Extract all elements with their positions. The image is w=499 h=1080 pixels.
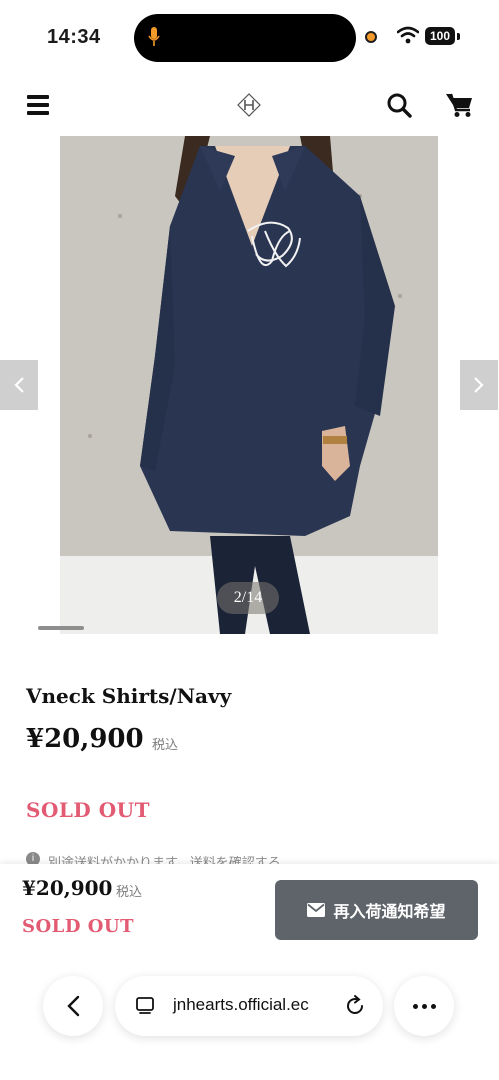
recording-indicator-icon (365, 31, 377, 43)
shipping-note[interactable]: i 別途送料がかかります。送料を確認する (26, 852, 356, 864)
site-header (0, 80, 499, 130)
wifi-icon (397, 26, 419, 44)
jn-monogram-logo-icon[interactable] (237, 93, 261, 117)
sticky-tax-label: 税込 (116, 884, 143, 899)
gallery-scroll-indicator (38, 626, 84, 630)
cart-icon[interactable] (445, 92, 473, 118)
chevron-left-icon (67, 995, 80, 1017)
product-image[interactable] (60, 136, 438, 634)
product-title: Vneck Shirts/Navy (26, 684, 232, 708)
sticky-sold-out-label: SOLD OUT (22, 916, 134, 937)
sticky-price: ¥20,900 (22, 876, 113, 900)
status-bar: 14:34 100 (0, 0, 499, 70)
clock: 14:34 (47, 26, 101, 48)
url-text: jnhearts.official.ec (173, 995, 309, 1014)
browser-back-button[interactable] (43, 976, 103, 1036)
chevron-right-icon (474, 377, 484, 393)
mail-icon (307, 903, 326, 917)
previous-image-button[interactable] (0, 360, 38, 410)
dynamic-island (134, 14, 356, 62)
chevron-left-icon (14, 377, 24, 393)
sticky-purchase-bar: ¥20,900 税込 SOLD OUT 再入荷通知希望 (0, 864, 499, 1080)
battery-icon: 100 (425, 27, 455, 45)
more-options-button[interactable] (394, 976, 454, 1036)
microphone-icon (148, 27, 160, 46)
shipping-note-text: 別途送料がかかります。送料を確認する (48, 855, 281, 864)
more-dots-icon (412, 1003, 418, 1009)
tab-overview-icon (136, 997, 154, 1014)
product-photo-illustration (60, 136, 438, 634)
menu-icon[interactable] (27, 95, 49, 115)
info-icon: i (26, 852, 40, 864)
sold-out-label: SOLD OUT (26, 798, 150, 822)
product-price: ¥20,900 (26, 724, 144, 754)
restock-notify-label: 再入荷通知希望 (333, 902, 446, 921)
search-icon[interactable] (386, 92, 412, 118)
battery-tip (457, 33, 460, 40)
reload-icon[interactable] (343, 994, 367, 1018)
tax-label: 税込 (152, 737, 179, 752)
image-counter: 2/14 (217, 582, 279, 614)
next-image-button[interactable] (460, 360, 498, 410)
restock-notify-button[interactable]: 再入荷通知希望 (275, 880, 478, 940)
address-bar[interactable]: jnhearts.official.ec (115, 976, 383, 1036)
